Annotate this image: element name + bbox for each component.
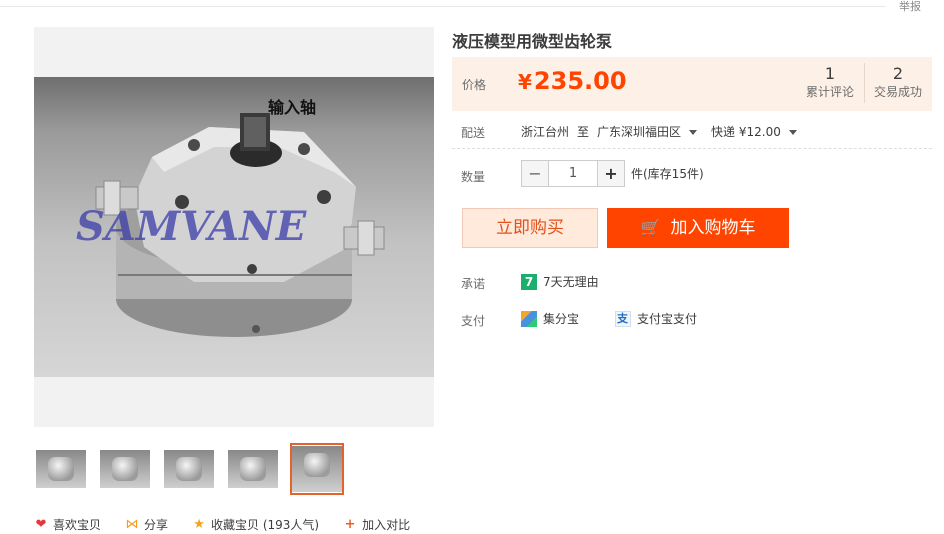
thumbnail[interactable] bbox=[34, 443, 88, 495]
ship-from: 浙江台州 bbox=[521, 125, 570, 139]
promise-row[interactable]: 7 7天无理由 bbox=[521, 273, 599, 290]
shaft-label: 输入轴 bbox=[268, 98, 317, 117]
chevron-down-icon bbox=[689, 130, 698, 135]
seven-day-badge-icon: 7 bbox=[521, 273, 537, 290]
share-icon: ⋈ bbox=[125, 516, 139, 532]
ship-method: 快递 ¥12.00 bbox=[711, 125, 781, 139]
cart-icon: 🛒 bbox=[640, 218, 661, 237]
quantity-stepper: − + 件(库存15件) bbox=[521, 160, 704, 187]
quantity-plus-button[interactable]: + bbox=[597, 160, 625, 187]
buy-now-button[interactable]: 立即购买 bbox=[462, 208, 598, 248]
plus-icon: + bbox=[344, 516, 356, 532]
quantity-label: 数量 bbox=[461, 170, 486, 184]
heart-icon: ❤ bbox=[35, 516, 47, 532]
add-to-cart-label: 加入购物车 bbox=[670, 218, 756, 238]
thumbnail[interactable] bbox=[226, 443, 280, 495]
thumbnail-strip bbox=[34, 443, 344, 495]
divider bbox=[452, 148, 932, 149]
thumbnail-image bbox=[164, 450, 214, 488]
payment-method-1: 集分宝 bbox=[543, 312, 580, 326]
ship-to: 广东深圳福田区 bbox=[597, 125, 682, 139]
payment-method-2: 支付宝支付 bbox=[637, 312, 698, 326]
deals-stat: 2 交易成功 bbox=[870, 64, 926, 100]
collect-label: 收藏宝贝 (193人气) bbox=[211, 518, 320, 532]
alipay-icon bbox=[615, 310, 632, 327]
deals-label: 交易成功 bbox=[873, 85, 922, 99]
payment-alipay[interactable]: 支付宝支付 bbox=[615, 310, 697, 327]
deals-count: 2 bbox=[892, 64, 904, 83]
thumbnail[interactable] bbox=[162, 443, 216, 495]
watermark: SAMVANE bbox=[76, 203, 307, 250]
compare-label: 加入对比 bbox=[362, 518, 411, 532]
ship-to-word: 至 bbox=[577, 125, 590, 139]
price-panel: 价格 ¥235.00 1 累计评论 2 交易成功 bbox=[452, 57, 932, 111]
payment-label: 支付 bbox=[461, 314, 486, 328]
like-button[interactable]: ❤ 喜欢宝贝 bbox=[34, 516, 101, 533]
price-label: 价格 bbox=[462, 78, 487, 92]
share-label: 分享 bbox=[144, 518, 169, 532]
reviews-count: 1 bbox=[824, 64, 836, 83]
main-product-image[interactable]: 输入轴 SAMVANE bbox=[34, 27, 434, 427]
shipping-row: 浙江台州 至 广东深圳福田区 快递 ¥12.00 bbox=[521, 123, 797, 140]
star-icon: ★ bbox=[193, 516, 205, 532]
reviews-stat[interactable]: 1 累计评论 bbox=[804, 64, 856, 100]
promise-text: 7天无理由 bbox=[543, 275, 599, 289]
product-photo: 输入轴 SAMVANE bbox=[34, 77, 434, 377]
thumbnail[interactable] bbox=[98, 443, 152, 495]
quantity-minus-button[interactable]: − bbox=[521, 160, 549, 187]
share-button[interactable]: ⋈ 分享 bbox=[125, 516, 169, 533]
ship-method-select[interactable]: 快递 ¥12.00 bbox=[711, 123, 797, 140]
like-label: 喜欢宝贝 bbox=[53, 518, 102, 532]
reviews-label: 累计评论 bbox=[805, 85, 854, 99]
compare-button[interactable]: + 加入对比 bbox=[343, 516, 410, 533]
payment-row: 集分宝 支付宝支付 bbox=[521, 310, 697, 327]
product-title: 液压模型用微型齿轮泵 bbox=[452, 32, 613, 51]
chevron-down-icon bbox=[788, 130, 797, 135]
add-to-cart-button[interactable]: 🛒 加入购物车 bbox=[607, 208, 789, 248]
stat-divider bbox=[864, 63, 865, 103]
thumbnail-image bbox=[228, 450, 278, 488]
promise-label: 承诺 bbox=[461, 277, 486, 291]
thumbnail-image bbox=[292, 446, 342, 492]
price-value: ¥235.00 bbox=[518, 67, 627, 95]
payment-jifenbao[interactable]: 集分宝 bbox=[521, 310, 579, 327]
quantity-input[interactable] bbox=[549, 160, 597, 187]
thumbnail-image bbox=[100, 450, 150, 488]
report-link[interactable]: 举报 bbox=[888, 0, 932, 14]
top-divider bbox=[0, 6, 886, 7]
stock-info: 件(库存15件) bbox=[631, 167, 704, 181]
currency-symbol: ¥ bbox=[518, 70, 532, 94]
jifenbao-icon bbox=[521, 310, 537, 327]
price-amount: 235.00 bbox=[533, 67, 627, 95]
item-actions: ❤ 喜欢宝贝 ⋈ 分享 ★ 收藏宝贝 (193人气) + 加入对比 bbox=[34, 516, 411, 533]
ship-to-select[interactable]: 广东深圳福田区 bbox=[597, 123, 698, 140]
thumbnail-active[interactable] bbox=[290, 443, 344, 495]
thumbnail-image bbox=[36, 450, 86, 488]
collect-button[interactable]: ★ 收藏宝贝 (193人气) bbox=[192, 516, 319, 533]
shipping-label: 配送 bbox=[461, 126, 486, 140]
